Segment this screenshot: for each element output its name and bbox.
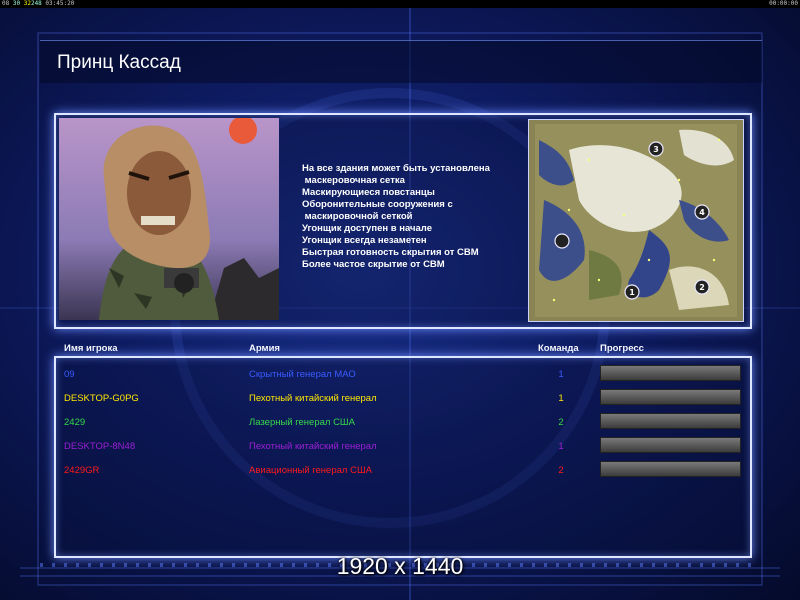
column-header-name: Имя игрока xyxy=(64,343,118,354)
feature-line: маскеровочная сетка xyxy=(302,175,405,186)
progress-fill xyxy=(601,366,740,380)
feature-line: Быстрая готовность скрытия от СВМ xyxy=(302,247,479,258)
general-title: Принц Кассад xyxy=(57,52,181,73)
game-clock: 00:00:00 xyxy=(769,0,798,7)
fps-counter: 08 30 32248 03:45:20 xyxy=(2,0,74,8)
column-header-progress: Прогресс xyxy=(600,343,644,354)
player-name: 2429 xyxy=(64,417,86,428)
minimap-marker-3: 3 xyxy=(653,145,659,154)
player-team: 2 xyxy=(558,465,564,476)
player-team: 2 xyxy=(558,417,564,428)
player-team: 1 xyxy=(558,393,564,404)
feature-line: На все здания может быть установлена xyxy=(302,163,490,174)
player-row: 2429GR Авиационный генерал США 2 xyxy=(0,461,800,489)
progress-fill xyxy=(601,438,740,452)
feature-line: Оборонительные сооружения с xyxy=(302,199,453,210)
feature-line: Угонщик всегда незаметен xyxy=(302,235,427,246)
player-name: DESKTOP-8N48 xyxy=(64,441,136,452)
progress-fill xyxy=(601,390,740,404)
minimap-marker-4: 4 xyxy=(699,208,705,217)
player-progress-bar xyxy=(600,461,741,477)
fps-value-c: 32 xyxy=(23,0,31,7)
progress-fill xyxy=(601,462,740,476)
feature-line: Более частое скрытие от СВМ xyxy=(302,259,445,270)
fps-value-b: 30 xyxy=(12,0,21,7)
player-army: Лазерный генерал США xyxy=(249,417,355,428)
progress-fill xyxy=(601,414,740,428)
fps-value-d: 248 xyxy=(30,0,42,7)
column-header-team: Команда xyxy=(538,343,579,354)
column-header-army: Армия xyxy=(249,343,280,354)
player-army: Пехотный китайский генерал xyxy=(249,441,377,452)
player-name: 09 xyxy=(64,369,75,380)
player-team: 1 xyxy=(558,441,564,452)
minimap-marker-1: 1 xyxy=(629,288,635,297)
general-features-list: На все здания может быть установлена мас… xyxy=(302,163,522,271)
player-progress-bar xyxy=(600,365,741,381)
player-team: 1 xyxy=(558,369,564,380)
player-progress-bar xyxy=(600,413,741,429)
feature-line: маскировочной сеткой xyxy=(302,211,413,222)
player-progress-bar xyxy=(600,389,741,405)
feature-line: Маскирующиеся повстанцы xyxy=(302,187,435,198)
general-portrait xyxy=(59,118,279,320)
feature-line: Угонщик доступен в начале xyxy=(302,223,432,234)
player-progress-bar xyxy=(600,437,741,453)
status-bar: 08 30 32248 03:45:20 00:00:00 xyxy=(0,0,800,8)
player-army: Скрытный генерал МАО xyxy=(249,369,356,380)
player-army: Пехотный китайский генерал xyxy=(249,393,377,404)
player-name: DESKTOP-G0PG xyxy=(64,393,139,404)
minimap[interactable]: 1 2 3 4 xyxy=(528,119,744,322)
fps-value-a: 08 xyxy=(2,0,10,7)
player-name: 2429GR xyxy=(64,465,100,476)
player-army: Авиационный генерал США xyxy=(249,465,372,476)
resolution-label: 1920 x 1440 xyxy=(336,553,464,579)
minimap-marker-2: 2 xyxy=(699,283,705,292)
elapsed-time: 03:45:20 xyxy=(45,0,75,7)
